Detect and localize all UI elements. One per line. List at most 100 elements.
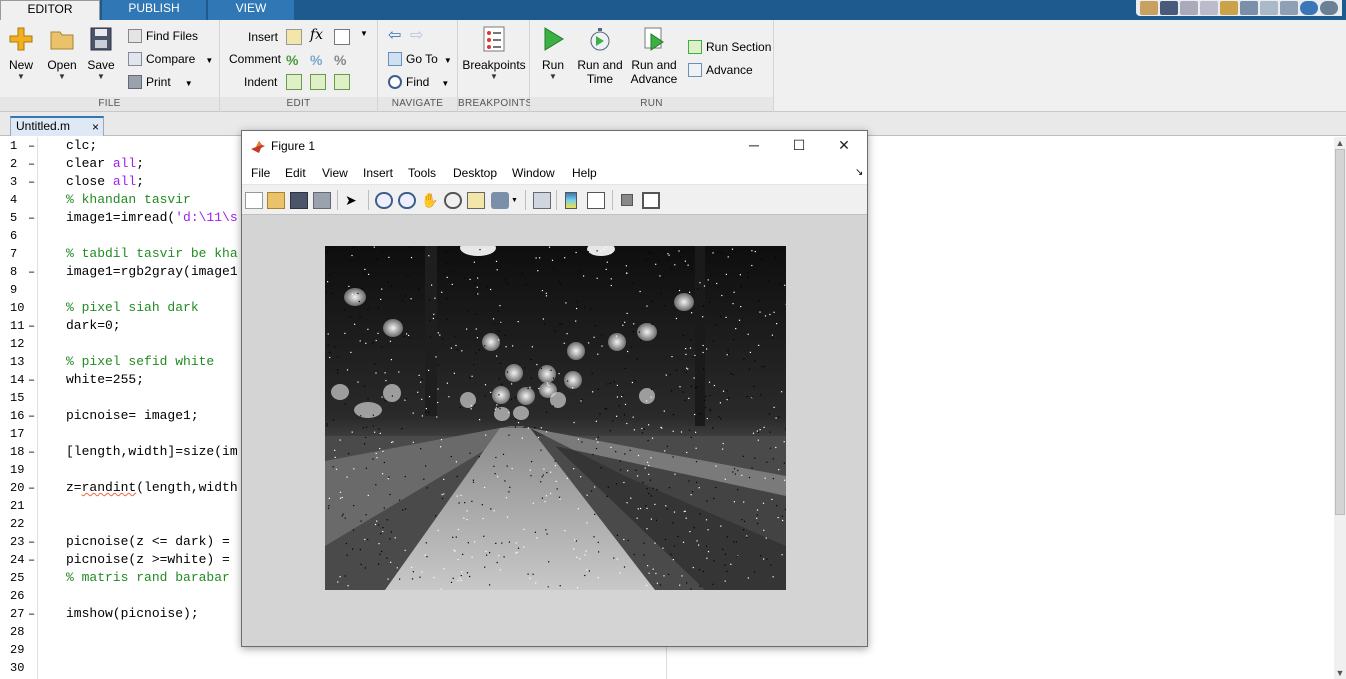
wrap-comment-icon[interactable]: %	[334, 52, 350, 68]
code-line[interactable]: picnoise= image1;	[66, 407, 199, 425]
menu-edit[interactable]: Edit	[285, 165, 306, 181]
vertical-scrollbar[interactable]: ▲ ▼	[1334, 137, 1346, 679]
insert-section-icon[interactable]	[286, 29, 302, 45]
show-plot-tools-icon[interactable]	[642, 192, 660, 209]
run-button[interactable]: Run ▼	[536, 24, 570, 82]
scrollbar-thumb[interactable]	[1335, 149, 1345, 515]
chevron-down-icon[interactable]: ▼	[511, 192, 519, 209]
code-line[interactable]: % pixel siah dark	[66, 299, 199, 317]
menu-help[interactable]: Help	[572, 165, 597, 181]
code-line[interactable]: imshow(picnoise);	[66, 605, 199, 623]
run-section-button[interactable]: Run Section	[688, 37, 771, 57]
print-button[interactable]: Print ▼	[128, 72, 193, 92]
save-icon[interactable]	[1160, 1, 1178, 15]
zoom-out-icon[interactable]	[398, 192, 416, 209]
go-to-button[interactable]: Go To ▼	[388, 49, 452, 69]
figure-title-bar[interactable]: Figure 1 ─ ☐ ✕	[242, 131, 867, 161]
breakpoints-button[interactable]: Breakpoints ▼	[462, 24, 526, 82]
code-line[interactable]: white=255;	[66, 371, 144, 389]
redo-icon[interactable]	[1260, 1, 1278, 15]
save-figure-icon[interactable]	[290, 192, 308, 209]
tab-editor[interactable]: EDITOR	[0, 0, 100, 20]
cut-icon[interactable]	[1180, 1, 1198, 15]
hide-plot-tools-icon[interactable]	[621, 194, 633, 206]
code-line[interactable]: dark=0;	[66, 317, 121, 335]
insert-label[interactable]: Insert	[248, 27, 278, 47]
rotate-3d-icon[interactable]	[444, 192, 462, 209]
help-icon[interactable]	[1300, 1, 1318, 15]
switch-windows-icon[interactable]	[1280, 1, 1298, 15]
scroll-down-icon[interactable]: ▼	[1334, 667, 1346, 679]
pan-icon[interactable]: ✋	[421, 192, 439, 209]
code-line[interactable]: clc;	[66, 137, 97, 155]
increase-indent-icon[interactable]	[310, 74, 326, 90]
link-plot-icon[interactable]	[533, 192, 551, 209]
indent-label[interactable]: Indent	[244, 72, 277, 92]
code-line[interactable]: % matris rand barabar	[66, 569, 230, 587]
menu-file[interactable]: File	[251, 165, 270, 181]
save-button[interactable]: Save ▼	[86, 24, 116, 82]
advance-button[interactable]: Advance	[688, 60, 753, 80]
code-line[interactable]: picnoise(z <= dark) =	[66, 533, 230, 551]
chevron-down-icon[interactable]: ▼	[360, 29, 376, 45]
insert-function-icon[interactable]	[334, 29, 350, 45]
new-figure-icon[interactable]	[245, 192, 263, 209]
code-line[interactable]: [length,width]=size(im	[66, 443, 238, 461]
minimize-button[interactable]: ─	[737, 136, 771, 156]
comment-label[interactable]: Comment	[229, 49, 281, 69]
menu-view[interactable]: View	[322, 165, 348, 181]
tab-view[interactable]: VIEW	[208, 0, 294, 20]
chevron-down-icon[interactable]: ▼	[185, 79, 193, 88]
tab-publish[interactable]: PUBLISH	[102, 0, 206, 20]
pointer-icon[interactable]: ➤	[345, 192, 363, 209]
scroll-up-icon[interactable]: ▲	[1334, 137, 1346, 149]
code-line[interactable]: % khandan tasvir	[66, 191, 191, 209]
compare-button[interactable]: Compare ▼	[128, 49, 213, 69]
fx-icon[interactable]: fx	[310, 27, 326, 43]
new-button[interactable]: New ▼	[4, 24, 38, 82]
zoom-in-icon[interactable]	[375, 192, 393, 209]
back-arrow-icon[interactable]: ⇦	[388, 28, 404, 44]
smart-indent-icon[interactable]	[286, 74, 302, 90]
data-cursor-icon[interactable]	[467, 192, 485, 209]
brush-icon[interactable]	[491, 192, 509, 209]
chevron-down-icon[interactable]: ▼	[205, 56, 213, 65]
copy-icon[interactable]	[1200, 1, 1218, 15]
dock-icon[interactable]: ↘	[855, 165, 863, 181]
code-line[interactable]: image1=rgb2gray(image1	[66, 263, 238, 281]
open-button[interactable]: Open ▼	[44, 24, 80, 82]
document-tab[interactable]: Untitled.m ×	[10, 116, 104, 136]
menu-desktop[interactable]: Desktop	[453, 165, 497, 181]
decrease-indent-icon[interactable]	[334, 74, 350, 90]
code-line[interactable]: picnoise(z >=white) =	[66, 551, 230, 569]
maximize-button[interactable]: ☐	[782, 136, 816, 156]
code-line[interactable]: clear all;	[66, 155, 144, 173]
find-files-button[interactable]: Find Files	[128, 26, 198, 46]
workspace-icon[interactable]	[1140, 1, 1158, 15]
chevron-down-icon[interactable]: ▼	[444, 56, 452, 65]
menu-window[interactable]: Window	[512, 165, 555, 181]
paste-icon[interactable]	[1220, 1, 1238, 15]
chevron-down-icon[interactable]: ▼	[441, 79, 449, 88]
open-file-icon[interactable]	[267, 192, 285, 209]
print-figure-icon[interactable]	[313, 192, 331, 209]
code-line[interactable]: z=randint(length,width	[66, 479, 238, 497]
close-icon[interactable]: ×	[92, 119, 99, 135]
close-button[interactable]: ✕	[827, 136, 861, 156]
code-line[interactable]: % tabdil tasvir be kha	[66, 245, 238, 263]
find-button[interactable]: Find ▼	[388, 72, 449, 92]
code-line[interactable]: close all;	[66, 173, 144, 191]
menu-tools[interactable]: Tools	[408, 165, 436, 181]
run-and-time-button[interactable]: Run and Time	[576, 24, 624, 86]
legend-icon[interactable]	[587, 192, 605, 209]
menu-insert[interactable]: Insert	[363, 165, 393, 181]
comment-icon[interactable]: %	[286, 52, 302, 68]
uncomment-icon[interactable]: %	[310, 52, 326, 68]
code-line[interactable]: % pixel sefid white	[66, 353, 214, 371]
colorbar-icon[interactable]	[565, 192, 577, 209]
code-line[interactable]: image1=imread('d:\11\s	[66, 209, 238, 227]
forward-arrow-icon[interactable]: ⇨	[410, 28, 426, 44]
undo-icon[interactable]	[1240, 1, 1258, 15]
chevron-down-icon[interactable]	[1320, 1, 1338, 15]
run-and-advance-button[interactable]: Run and Advance	[628, 24, 680, 86]
